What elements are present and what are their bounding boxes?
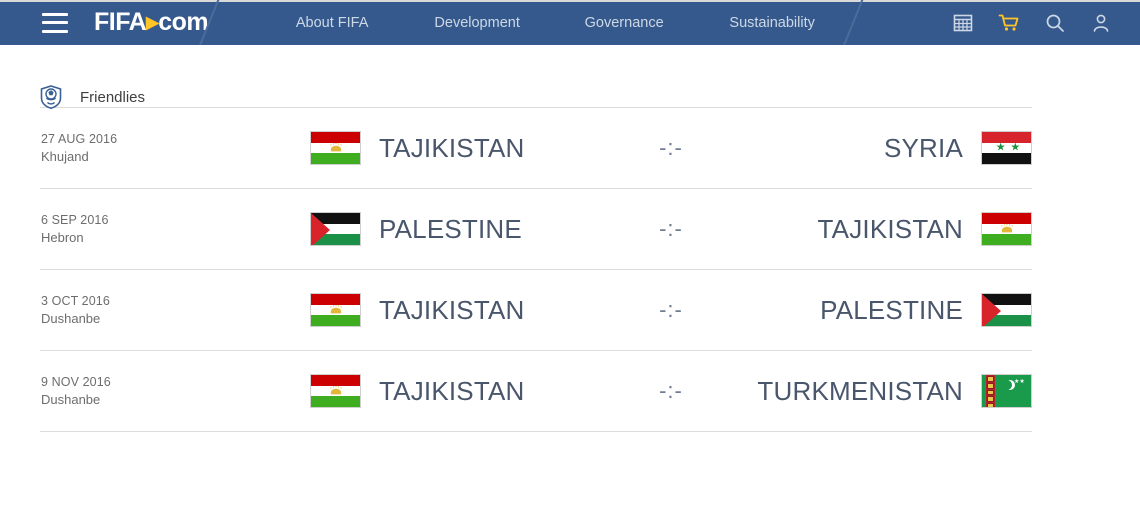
match-meta: 9 NOV 2016 Dushanbe [40,374,310,408]
section-title: Friendlies [80,88,146,106]
home-team[interactable]: TAJIKISTAN [310,374,580,408]
home-team-flag-tajikistan [310,131,361,165]
calendar-icon[interactable] [950,10,976,36]
competition-crest-icon [40,85,62,110]
away-team[interactable]: TURKMENISTAN ★★ [757,374,1032,408]
home-team-flag-tajikistan [310,293,361,327]
shopping-cart-icon[interactable] [996,10,1022,36]
match-date: 6 SEP 2016 [41,212,109,227]
navbar-icon-group [950,0,1114,45]
away-team-flag-syria: ★ ★ [981,131,1032,165]
match-row[interactable]: 3 OCT 2016 Dushanbe TAJIKISTAN -:- PALES… [40,270,1032,351]
match-row[interactable]: 6 SEP 2016 Hebron PALESTINE -:- TAJIKIST… [40,189,1032,270]
away-team-flag-tajikistan [981,212,1032,246]
fifa-logo-text: FIFA [94,8,147,36]
turkmenistan-stars-icon: ★★ [1014,379,1025,385]
fixtures-container: Friendlies 27 AUG 2016 Khujand TAJIKISTA… [40,45,1032,432]
away-team-name: PALESTINE [820,294,963,325]
match-row[interactable]: 9 NOV 2016 Dushanbe TAJIKISTAN -:- TURKM… [40,351,1032,432]
search-icon[interactable] [1042,10,1068,36]
top-navigation-bar: FIFA▸com About FIFA Development Governan… [0,0,1140,45]
home-team[interactable]: TAJIKISTAN [310,293,580,327]
syria-star-icon: ★ [1010,141,1021,154]
match-venue: Hebron [41,229,84,245]
home-team-name: TAJIKISTAN [379,294,525,325]
match-venue: Dushanbe [41,310,101,326]
syria-star-icon: ★ [995,141,1006,154]
away-team-name: TAJIKISTAN [817,213,963,244]
match-meta: 3 OCT 2016 Dushanbe [40,293,310,327]
nav-item-development[interactable]: Development [404,15,550,31]
home-team-name: PALESTINE [379,213,522,244]
match-score: -:- [659,378,683,403]
competition-section-header: Friendlies [40,45,1032,110]
fifa-logo-dot-icon: ▸ [146,8,159,36]
match-date: 3 OCT 2016 [41,293,110,308]
away-team-flag-turkmenistan: ★★ [981,374,1032,408]
home-team[interactable]: PALESTINE [310,212,580,246]
home-team-name: TAJIKISTAN [379,375,525,406]
match-venue: Khujand [41,148,89,164]
match-date: 9 NOV 2016 [41,374,111,389]
navbar-links: About FIFA Development Governance Sustai… [260,15,846,31]
match-meta: 27 AUG 2016 Khujand [40,131,310,165]
hamburger-menu-icon[interactable] [42,12,68,33]
away-team-name: SYRIA [883,132,963,163]
match-meta: 6 SEP 2016 Hebron [40,212,310,246]
nav-item-governance[interactable]: Governance [550,15,698,31]
turkmenistan-crescent-icon [1002,380,1012,390]
away-team-flag-palestine [981,293,1032,327]
match-score: -:- [659,216,683,241]
away-team[interactable]: TAJIKISTAN [762,212,1032,246]
fifa-logo[interactable]: FIFA▸com [94,8,209,36]
match-row[interactable]: 27 AUG 2016 Khujand TAJIKISTAN -:- SYRIA… [40,108,1032,189]
turkmenistan-carpet-stripe [986,375,995,407]
match-score: -:- [659,297,683,322]
home-team-flag-palestine [310,212,361,246]
user-account-icon[interactable] [1088,10,1114,36]
nav-item-sustainability[interactable]: Sustainability [698,15,846,31]
match-date: 27 AUG 2016 [41,131,118,146]
fifa-logo-com: com [158,8,209,36]
home-team[interactable]: TAJIKISTAN [310,131,580,165]
away-team[interactable]: PALESTINE [762,293,1032,327]
away-team-name: TURKMENISTAN [757,375,963,406]
nav-item-about-fifa[interactable]: About FIFA [260,15,404,31]
page-content: Friendlies 27 AUG 2016 Khujand TAJIKISTA… [0,45,1140,432]
home-team-flag-tajikistan [310,374,361,408]
away-team[interactable]: SYRIA ★ ★ [762,131,1032,165]
home-team-name: TAJIKISTAN [379,132,525,163]
match-venue: Dushanbe [41,391,101,407]
match-score: -:- [659,135,683,160]
